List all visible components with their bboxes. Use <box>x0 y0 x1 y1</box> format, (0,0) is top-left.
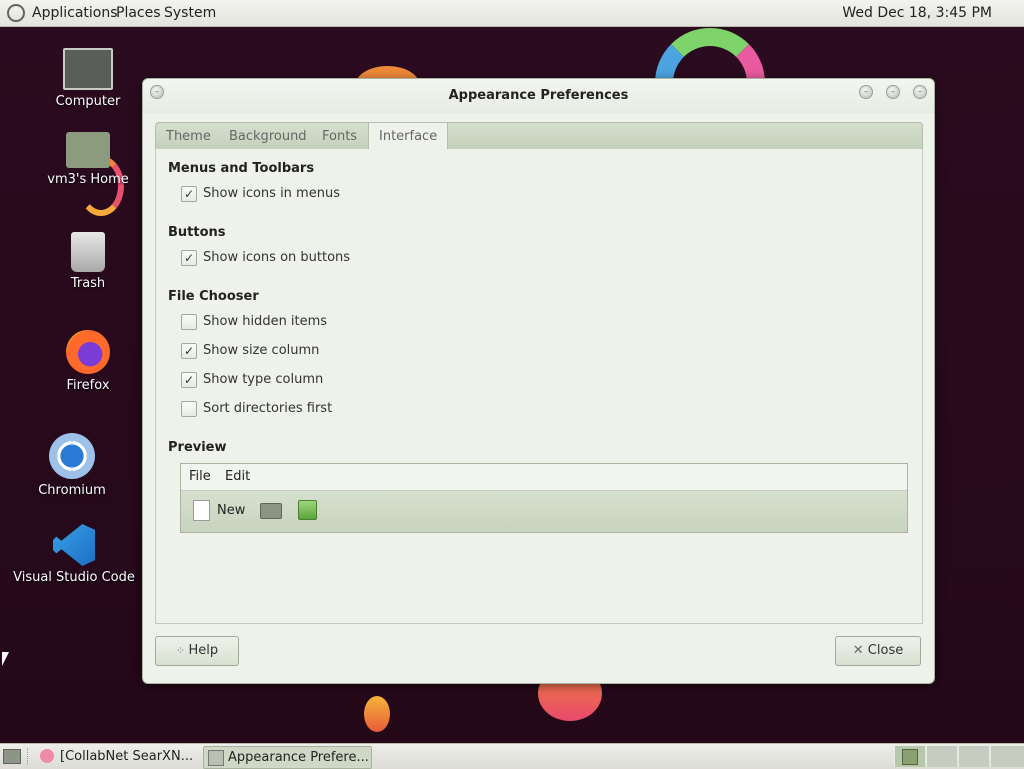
tab-bar: Theme Background Fonts Interface <box>155 122 923 150</box>
save-download-icon[interactable] <box>298 500 317 520</box>
desktop-icon-computer[interactable]: Computer <box>40 48 136 109</box>
workspace-3[interactable] <box>958 746 989 767</box>
show-desktop-icon[interactable] <box>3 749 21 764</box>
top-panel: Applications Places System Wed Dec 18, 3… <box>0 0 1024 27</box>
new-document-icon[interactable] <box>193 500 210 521</box>
workspace-2[interactable] <box>926 746 957 767</box>
tab-theme[interactable]: Theme <box>166 123 211 150</box>
open-folder-icon[interactable] <box>260 503 282 519</box>
section-preview-title: Preview <box>168 440 227 455</box>
checkbox-checked-icon: ✓ <box>181 343 197 359</box>
preview-pane: File Edit New <box>180 463 908 533</box>
system-logo-icon[interactable] <box>7 4 25 22</box>
preview-menu-edit[interactable]: Edit <box>225 469 250 484</box>
preview-menubar: File Edit <box>181 464 907 491</box>
appearance-preferences-window: – Appearance Preferences – – – Theme Bac… <box>142 78 935 684</box>
computer-icon <box>63 48 113 90</box>
checkbox-checked-icon: ✓ <box>181 250 197 266</box>
section-file-chooser-title: File Chooser <box>168 289 259 304</box>
chromium-icon <box>49 433 95 479</box>
applications-menu[interactable]: Applications <box>32 0 118 26</box>
window-titlebar[interactable]: – Appearance Preferences – – – <box>143 79 934 113</box>
desktop-icon-firefox[interactable]: Firefox <box>40 330 136 393</box>
window-title: Appearance Preferences <box>448 88 629 103</box>
taskbar-item-collabnet[interactable]: [CollabNet SearXN... <box>36 746 220 767</box>
checkbox-unchecked-icon <box>181 314 197 330</box>
desktop-icon-trash[interactable]: Trash <box>40 232 136 291</box>
bottom-panel: [CollabNet SearXN... Appearance Prefere.… <box>0 743 1024 769</box>
trash-icon <box>71 232 105 272</box>
wallpaper-blob <box>364 696 390 732</box>
checkbox-checked-icon: ✓ <box>181 372 197 388</box>
tab-fonts[interactable]: Fonts <box>322 123 357 150</box>
interface-tab-panel: Menus and Toolbars ✓ Show icons in menus… <box>155 149 923 624</box>
home-folder-icon <box>66 132 110 168</box>
minimize-icon[interactable]: – <box>859 85 873 99</box>
browser-task-icon <box>40 749 54 763</box>
workspace-window-icon <box>902 749 918 765</box>
clock[interactable]: Wed Dec 18, 3:45 PM <box>842 0 992 26</box>
workspace-1[interactable] <box>894 746 925 767</box>
desktop-icon-vscode[interactable]: Visual Studio Code <box>12 524 136 585</box>
vscode-icon <box>53 524 95 566</box>
help-button[interactable]: ⁘ Help <box>155 636 239 666</box>
preview-toolbar-new-label[interactable]: New <box>217 503 245 518</box>
checkbox-unchecked-icon <box>181 401 197 417</box>
tab-background[interactable]: Background <box>229 123 307 150</box>
workspace-4[interactable] <box>990 746 1024 767</box>
checkbox-checked-icon: ✓ <box>181 186 197 202</box>
system-menu[interactable]: System <box>164 0 216 26</box>
mouse-pointer-icon <box>2 652 9 666</box>
desktop-icon-chromium[interactable]: Chromium <box>24 433 120 498</box>
taskbar-item-appearance[interactable]: Appearance Prefere... <box>203 746 372 769</box>
tab-interface[interactable]: Interface <box>368 123 449 150</box>
help-icon: ⁘ <box>175 644 189 657</box>
close-button[interactable]: ✕ Close <box>835 636 921 666</box>
places-menu[interactable]: Places <box>116 0 161 26</box>
section-buttons-title: Buttons <box>168 225 226 240</box>
close-window-icon[interactable]: – <box>913 85 927 99</box>
preview-menu-file[interactable]: File <box>189 469 211 484</box>
appearance-task-icon <box>208 750 224 766</box>
desktop-icon-home[interactable]: vm3's Home <box>40 132 136 187</box>
close-icon: ✕ <box>852 643 868 658</box>
firefox-icon <box>66 330 110 374</box>
maximize-icon[interactable]: – <box>886 85 900 99</box>
panel-separator <box>27 748 30 765</box>
section-menus-toolbars-title: Menus and Toolbars <box>168 161 315 176</box>
preview-toolbar: New <box>181 491 907 532</box>
